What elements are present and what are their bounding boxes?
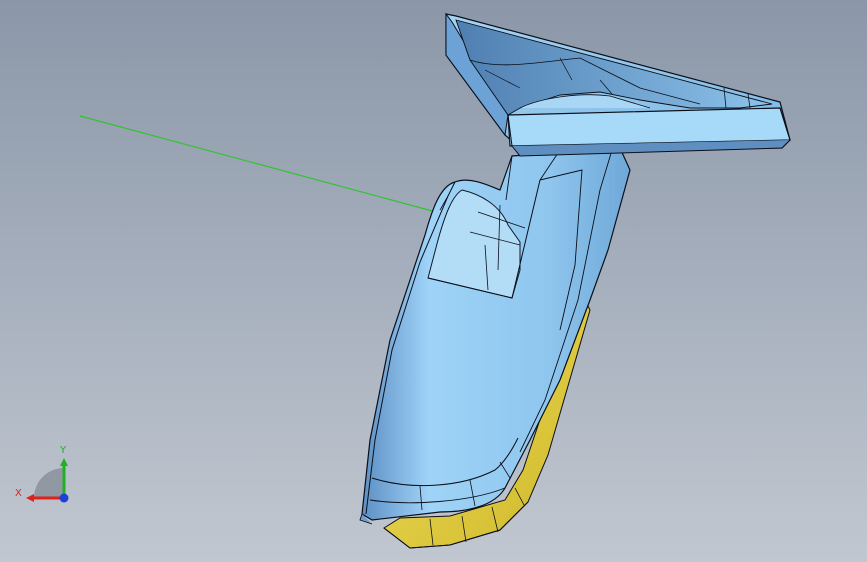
cad-viewport[interactable]: X Y xyxy=(0,0,867,562)
model-canvas[interactable] xyxy=(0,0,867,562)
tray-part[interactable] xyxy=(445,12,791,157)
y-axis-label: Y xyxy=(59,445,67,456)
y-axis-arrow-icon xyxy=(60,458,68,466)
x-axis-arrow-icon xyxy=(26,494,34,502)
handle-body[interactable] xyxy=(359,147,631,525)
triad-plane-shade xyxy=(34,468,64,498)
x-axis-label: X xyxy=(15,488,22,499)
orientation-triad[interactable]: X Y xyxy=(12,440,82,515)
z-axis-dot xyxy=(59,493,69,503)
sketch-line[interactable] xyxy=(79,115,437,213)
